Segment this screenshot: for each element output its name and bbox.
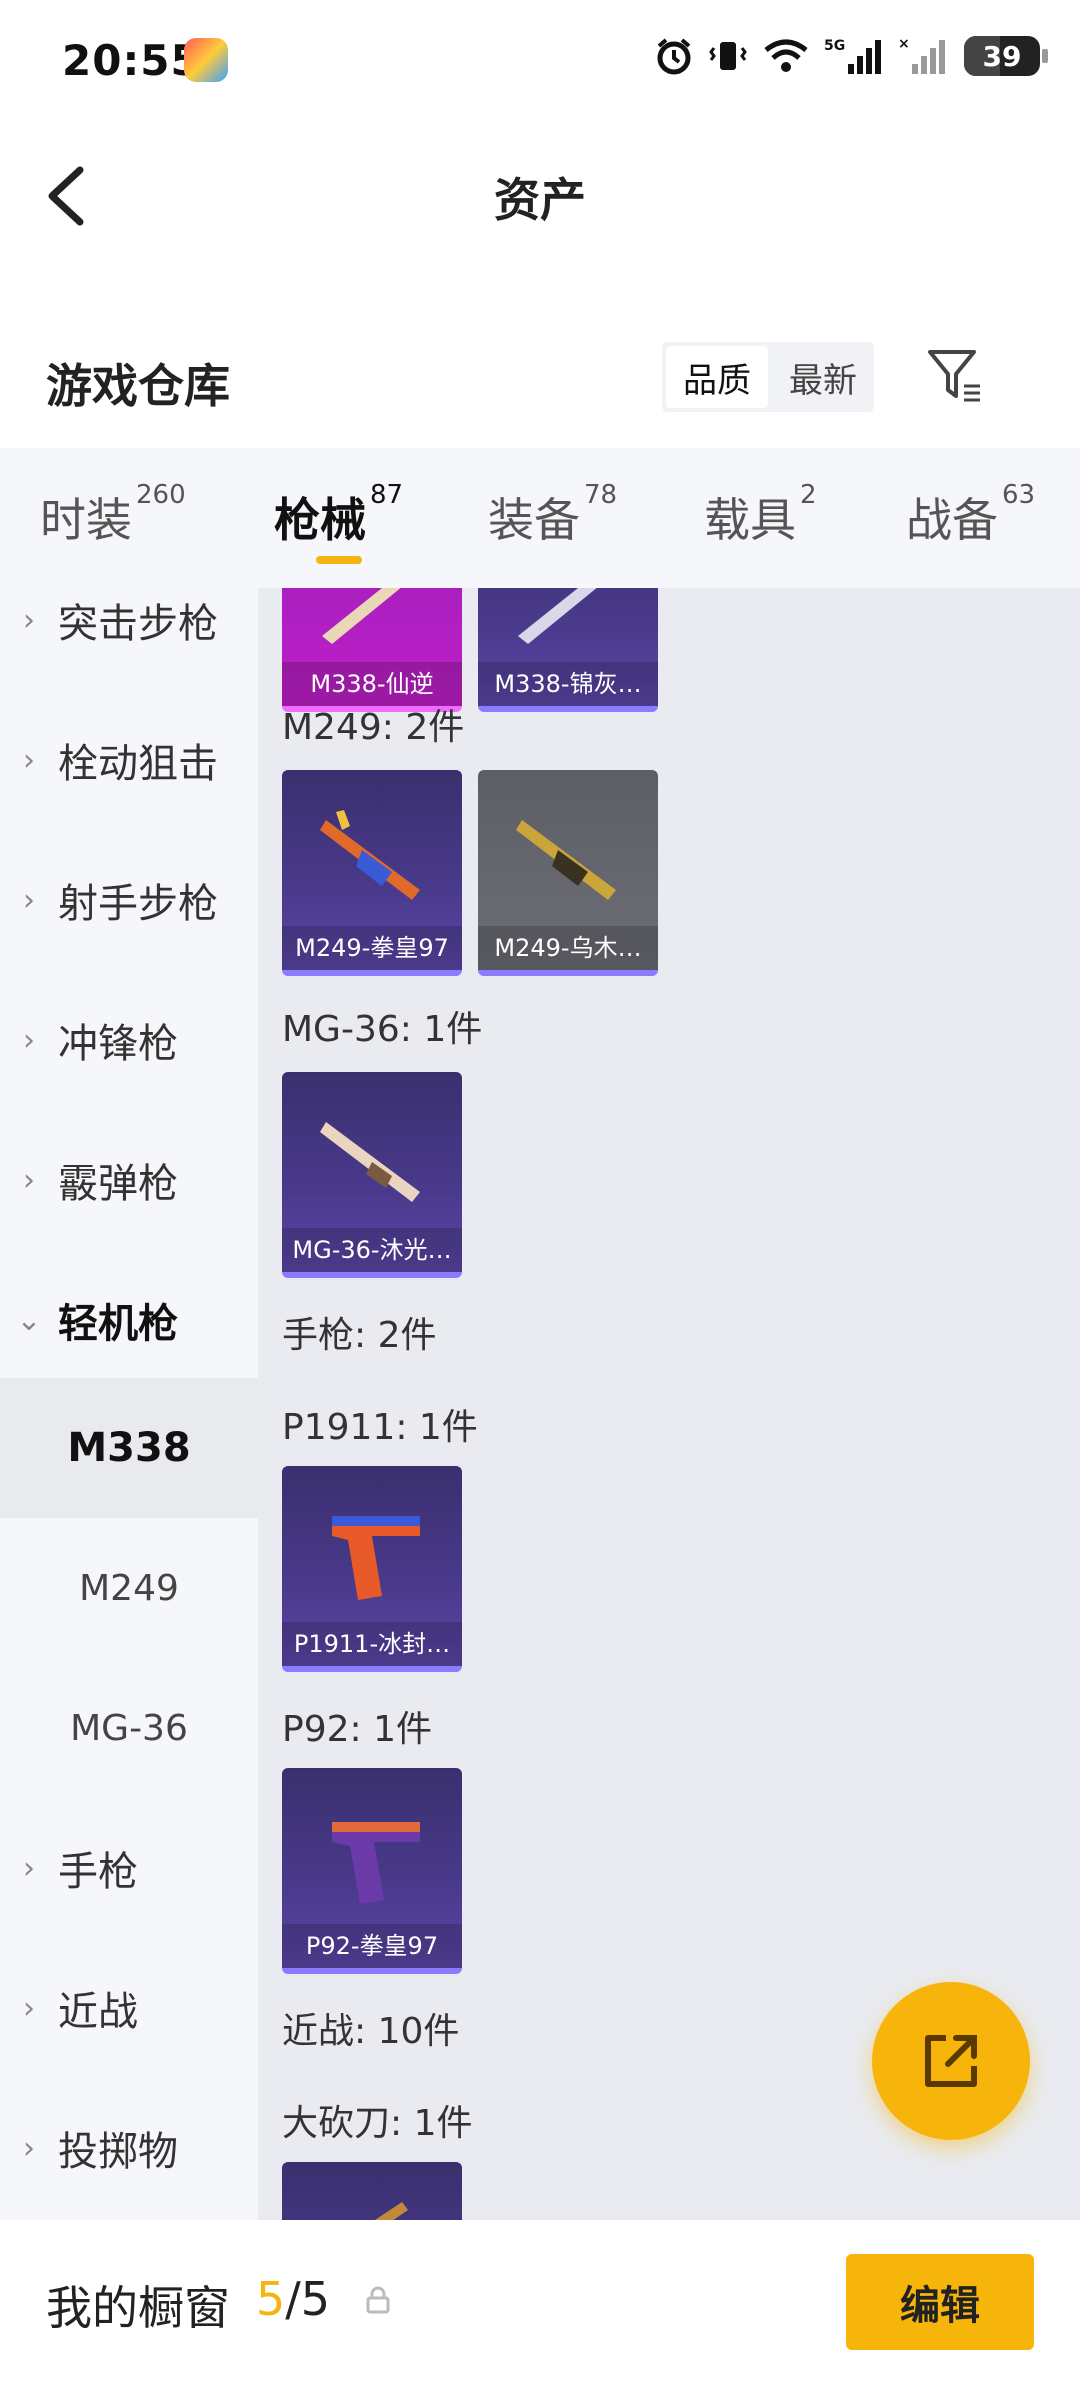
sidebar-item-assault-rifle[interactable]: › 突击步枪 bbox=[0, 588, 258, 690]
share-icon bbox=[925, 2035, 977, 2087]
showcase-label: 我的橱窗 bbox=[46, 2281, 230, 2335]
sort-toggle: 品质 最新 bbox=[662, 342, 874, 412]
lock-icon bbox=[366, 2286, 390, 2314]
group-label: P1911: 1件 bbox=[282, 1407, 478, 1448]
item-card[interactable]: M249-拳皇97 bbox=[282, 770, 462, 976]
item-card[interactable]: MG-36-沐光… bbox=[282, 1072, 462, 1278]
battery-level: 39 bbox=[982, 39, 1022, 73]
chevron-down-icon: ⌄ bbox=[16, 1302, 42, 1338]
item-name: P92-拳皇97 bbox=[282, 1924, 462, 1968]
header: 资产 bbox=[0, 120, 1080, 270]
group-label: M249: 2件 bbox=[282, 707, 465, 748]
showcase-count: 5/5 bbox=[256, 2272, 331, 2326]
signal-5g-icon: 5G bbox=[824, 38, 881, 74]
chevron-right-icon: › bbox=[23, 882, 35, 918]
sidebar-item-lmg[interactable]: ⌄ 轻机枪 bbox=[0, 1250, 258, 1390]
sort-quality-button[interactable]: 品质 bbox=[666, 346, 768, 408]
chevron-right-icon: › bbox=[23, 1850, 35, 1886]
sort-newest-button[interactable]: 最新 bbox=[772, 342, 874, 412]
item-grid: M338-仙逆 M338-锦灰… M249: 2件 M249-拳皇97 M249… bbox=[258, 588, 1080, 2220]
svg-text:×: × bbox=[898, 36, 910, 52]
active-tab-indicator bbox=[316, 556, 362, 564]
wifi-icon bbox=[764, 39, 808, 72]
sidebar-item-pistol[interactable]: › 手枪 bbox=[0, 1798, 258, 1938]
sidebar-subitem-m338[interactable]: M338 bbox=[0, 1378, 258, 1518]
status-time: 20:55 bbox=[62, 36, 201, 85]
edit-button[interactable]: 编辑 bbox=[846, 2254, 1034, 2350]
status-bar: 20:55 5G × 39 bbox=[0, 0, 1080, 120]
tab-firearms[interactable]: 枪械 87 bbox=[274, 480, 403, 550]
chevron-right-icon: › bbox=[23, 1022, 35, 1058]
status-icons: 5G × 39 bbox=[654, 36, 1048, 76]
chevron-right-icon: › bbox=[23, 1990, 35, 2026]
item-name: M249-拳皇97 bbox=[282, 926, 462, 970]
filter-icon[interactable] bbox=[924, 346, 984, 406]
pistol-icon bbox=[332, 1516, 420, 1600]
tab-equipment[interactable]: 装备 78 bbox=[488, 480, 617, 550]
chevron-right-icon: › bbox=[23, 2130, 35, 2166]
chevron-right-icon: › bbox=[23, 602, 35, 638]
sidebar-subitem-m249[interactable]: M249 bbox=[0, 1518, 258, 1658]
machine-gun-icon bbox=[516, 820, 616, 900]
group-label: P92: 1件 bbox=[282, 1709, 432, 1750]
chevron-right-icon: › bbox=[23, 742, 35, 778]
sidebar-item-marksman-rifle[interactable]: › 射手步枪 bbox=[0, 830, 258, 970]
battery-indicator: 39 bbox=[964, 36, 1048, 76]
vibrate-icon bbox=[709, 42, 747, 70]
section-header: 游戏仓库 品质 最新 bbox=[0, 320, 1080, 440]
section-title: 游戏仓库 bbox=[46, 359, 230, 413]
item-name: M338-锦灰… bbox=[478, 662, 658, 706]
machete-icon bbox=[375, 2202, 408, 2220]
rifle-icon bbox=[320, 1122, 420, 1202]
tab-vehicles[interactable]: 载具 2 bbox=[704, 480, 817, 550]
page-title: 资产 bbox=[494, 173, 586, 227]
pistol-icon bbox=[332, 1822, 420, 1904]
item-card[interactable]: M249-乌木… bbox=[478, 770, 658, 976]
item-name: P1911-冰封… bbox=[282, 1622, 462, 1666]
tab-supplies[interactable]: 战备 63 bbox=[906, 480, 1035, 550]
sidebar-subitem-mg36[interactable]: MG-36 bbox=[0, 1658, 258, 1798]
rifle-icon bbox=[518, 588, 597, 644]
svg-text:5G: 5G bbox=[824, 38, 845, 54]
group-label: 大砍刀: 1件 bbox=[282, 2103, 473, 2144]
category-tabs: 时装 260 枪械 87 装备 78 载具 2 战备 63 bbox=[0, 448, 1080, 588]
group-label: 近战: 10件 bbox=[282, 2011, 460, 2052]
item-card[interactable]: P92-拳皇97 bbox=[282, 1768, 462, 1974]
category-sidebar: › 突击步枪 › 栓动狙击 › 射手步枪 › 冲锋枪 › 霰弹枪 ⌄ 轻机枪 M338 M2… bbox=[0, 588, 258, 2220]
item-card[interactable]: P1911-冰封… bbox=[282, 1466, 462, 1672]
bottom-bar: 我的橱窗 5/5 编辑 bbox=[0, 2220, 1080, 2382]
signal-icon: × bbox=[898, 36, 945, 74]
item-name: M249-乌木… bbox=[478, 926, 658, 970]
share-button[interactable] bbox=[872, 1982, 1030, 2140]
group-label: 手枪: 2件 bbox=[282, 1315, 437, 1356]
item-card[interactable]: M338-仙逆 bbox=[282, 588, 462, 712]
sidebar-item-throwable[interactable]: › 投掷物 bbox=[0, 2078, 258, 2218]
tab-fashion[interactable]: 时装 260 bbox=[40, 480, 186, 550]
item-card[interactable]: M338-锦灰… bbox=[478, 588, 658, 712]
chevron-right-icon: › bbox=[23, 1162, 35, 1198]
alarm-icon bbox=[657, 38, 691, 75]
rifle-icon bbox=[322, 588, 401, 644]
sidebar-item-melee[interactable]: › 近战 bbox=[0, 1938, 258, 2078]
machine-gun-icon bbox=[320, 810, 420, 900]
sidebar-item-bolt-sniper[interactable]: › 栓动狙击 bbox=[0, 690, 258, 830]
app-notification-icon bbox=[184, 38, 228, 82]
item-card[interactable] bbox=[282, 2162, 462, 2220]
group-label: MG-36: 1件 bbox=[282, 1009, 483, 1050]
sidebar-item-shotgun[interactable]: › 霰弹枪 bbox=[0, 1110, 258, 1250]
sidebar-item-smg[interactable]: › 冲锋枪 bbox=[0, 970, 258, 1110]
item-name: MG-36-沐光… bbox=[282, 1228, 462, 1272]
